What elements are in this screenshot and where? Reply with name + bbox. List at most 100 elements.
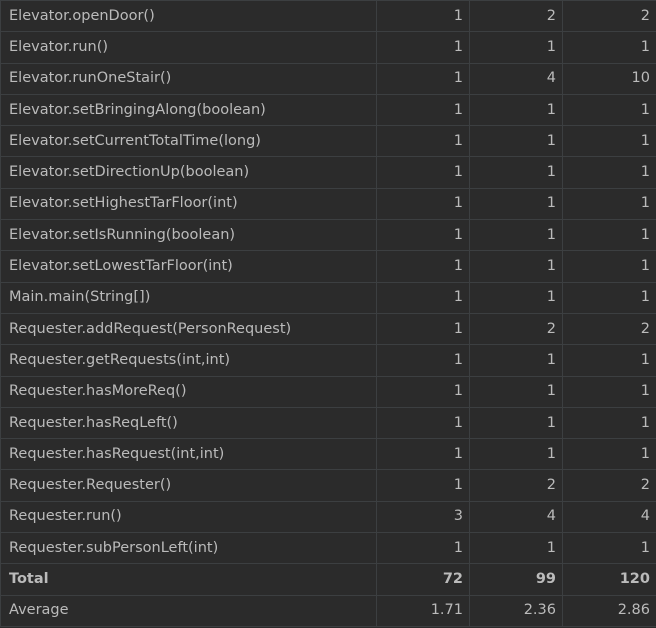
table-row[interactable]: Elevator.run() 1 1 1 <box>0 31 656 64</box>
metric-1-cell: 1 <box>376 375 470 408</box>
metric-2-cell: 1 <box>469 125 563 158</box>
metric-3-cell: 2 <box>562 469 656 502</box>
metric-1-cell: 1 <box>376 219 470 252</box>
metric-3-cell: 1 <box>562 344 656 377</box>
metric-2-cell: 1 <box>469 406 563 440</box>
average-metric-1: 1.71 <box>376 594 470 627</box>
metric-3-cell: 1 <box>562 406 656 440</box>
metric-1-cell: 1 <box>376 62 470 95</box>
metric-2-cell: 2 <box>469 312 563 346</box>
table-row[interactable]: Requester.run() 3 4 4 <box>0 500 656 534</box>
method-name-cell: Elevator.openDoor() <box>0 0 377 33</box>
method-name-cell: Elevator.runOneStair() <box>0 62 377 95</box>
metric-1-cell: 1 <box>376 250 470 283</box>
average-row[interactable]: Average 1.71 2.36 2.86 <box>0 594 656 627</box>
metric-2-cell: 1 <box>469 250 563 283</box>
average-label: Average <box>0 594 377 627</box>
method-name-cell: Requester.subPersonLeft(int) <box>0 532 377 565</box>
metric-1-cell: 1 <box>376 469 470 502</box>
metric-1-cell: 1 <box>376 438 470 471</box>
metric-1-cell: 1 <box>376 187 470 221</box>
metric-2-cell: 4 <box>469 62 563 95</box>
total-row[interactable]: Total 72 99 120 <box>0 563 656 596</box>
metric-3-cell: 1 <box>562 281 656 314</box>
metric-2-cell: 1 <box>469 438 563 471</box>
metric-1-cell: 1 <box>376 281 470 314</box>
method-name-cell: Requester.hasRequest(int,int) <box>0 438 377 471</box>
metric-3-cell: 1 <box>562 187 656 221</box>
metric-1-cell: 1 <box>376 0 470 33</box>
metric-1-cell: 1 <box>376 156 470 189</box>
metric-3-cell: 4 <box>562 500 656 534</box>
metric-2-cell: 1 <box>469 156 563 189</box>
metric-3-cell: 1 <box>562 438 656 471</box>
method-name-cell: Elevator.setHighestTarFloor(int) <box>0 187 377 221</box>
table-row[interactable]: Elevator.openDoor() 1 2 2 <box>0 0 656 33</box>
method-name-cell: Elevator.setLowestTarFloor(int) <box>0 250 377 283</box>
metric-2-cell: 1 <box>469 219 563 252</box>
metric-2-cell: 1 <box>469 93 563 127</box>
table-row[interactable]: Requester.hasRequest(int,int) 1 1 1 <box>0 438 656 471</box>
metric-1-cell: 1 <box>376 406 470 440</box>
metric-2-cell: 1 <box>469 31 563 64</box>
metric-1-cell: 1 <box>376 312 470 346</box>
table-row[interactable]: Elevator.setCurrentTotalTime(long) 1 1 1 <box>0 125 656 158</box>
average-metric-3: 2.86 <box>562 594 656 627</box>
total-metric-3: 120 <box>562 563 656 596</box>
table-row[interactable]: Elevator.runOneStair() 1 4 10 <box>0 62 656 95</box>
metric-1-cell: 1 <box>376 93 470 127</box>
metric-3-cell: 2 <box>562 0 656 33</box>
average-metric-2: 2.36 <box>469 594 563 627</box>
metric-1-cell: 3 <box>376 500 470 534</box>
method-name-cell: Elevator.run() <box>0 31 377 64</box>
method-name-cell: Requester.hasReqLeft() <box>0 406 377 440</box>
table-row[interactable]: Elevator.setIsRunning(boolean) 1 1 1 <box>0 219 656 252</box>
metric-2-cell: 1 <box>469 375 563 408</box>
total-metric-2: 99 <box>469 563 563 596</box>
method-name-cell: Requester.addRequest(PersonRequest) <box>0 312 377 346</box>
method-name-cell: Elevator.setCurrentTotalTime(long) <box>0 125 377 158</box>
table-row[interactable]: Requester.addRequest(PersonRequest) 1 2 … <box>0 312 656 346</box>
metric-3-cell: 2 <box>562 312 656 346</box>
metric-3-cell: 1 <box>562 93 656 127</box>
table-row[interactable]: Requester.getRequests(int,int) 1 1 1 <box>0 344 656 377</box>
metric-3-cell: 1 <box>562 219 656 252</box>
metric-1-cell: 1 <box>376 344 470 377</box>
metric-1-cell: 1 <box>376 31 470 64</box>
method-name-cell: Elevator.setDirectionUp(boolean) <box>0 156 377 189</box>
metric-1-cell: 1 <box>376 125 470 158</box>
metric-2-cell: 1 <box>469 532 563 565</box>
table-row[interactable]: Requester.hasReqLeft() 1 1 1 <box>0 406 656 440</box>
table-row[interactable]: Requester.Requester() 1 2 2 <box>0 469 656 502</box>
method-name-cell: Elevator.setIsRunning(boolean) <box>0 219 377 252</box>
metric-3-cell: 1 <box>562 375 656 408</box>
metric-3-cell: 1 <box>562 156 656 189</box>
table-row[interactable]: Elevator.setLowestTarFloor(int) 1 1 1 <box>0 250 656 283</box>
metric-1-cell: 1 <box>376 532 470 565</box>
metric-3-cell: 10 <box>562 62 656 95</box>
total-metric-1: 72 <box>376 563 470 596</box>
metric-2-cell: 2 <box>469 469 563 502</box>
table-row[interactable]: Elevator.setDirectionUp(boolean) 1 1 1 <box>0 156 656 189</box>
method-name-cell: Requester.getRequests(int,int) <box>0 344 377 377</box>
table-row[interactable]: Requester.subPersonLeft(int) 1 1 1 <box>0 532 656 565</box>
metric-2-cell: 2 <box>469 0 563 33</box>
method-name-cell: Requester.run() <box>0 500 377 534</box>
table-row[interactable]: Requester.hasMoreReq() 1 1 1 <box>0 375 656 408</box>
table-row[interactable]: Elevator.setBringingAlong(boolean) 1 1 1 <box>0 93 656 127</box>
metric-3-cell: 1 <box>562 250 656 283</box>
method-name-cell: Requester.Requester() <box>0 469 377 502</box>
method-name-cell: Main.main(String[]) <box>0 281 377 314</box>
metric-2-cell: 1 <box>469 187 563 221</box>
table-row[interactable]: Elevator.setHighestTarFloor(int) 1 1 1 <box>0 187 656 221</box>
metric-2-cell: 4 <box>469 500 563 534</box>
metric-3-cell: 1 <box>562 125 656 158</box>
method-name-cell: Requester.hasMoreReq() <box>0 375 377 408</box>
metrics-table: Elevator.openDoor() 1 2 2 Elevator.run()… <box>0 0 656 627</box>
metric-3-cell: 1 <box>562 31 656 64</box>
method-name-cell: Elevator.setBringingAlong(boolean) <box>0 93 377 127</box>
metric-2-cell: 1 <box>469 344 563 377</box>
table-row[interactable]: Main.main(String[]) 1 1 1 <box>0 281 656 314</box>
metric-2-cell: 1 <box>469 281 563 314</box>
metric-3-cell: 1 <box>562 532 656 565</box>
